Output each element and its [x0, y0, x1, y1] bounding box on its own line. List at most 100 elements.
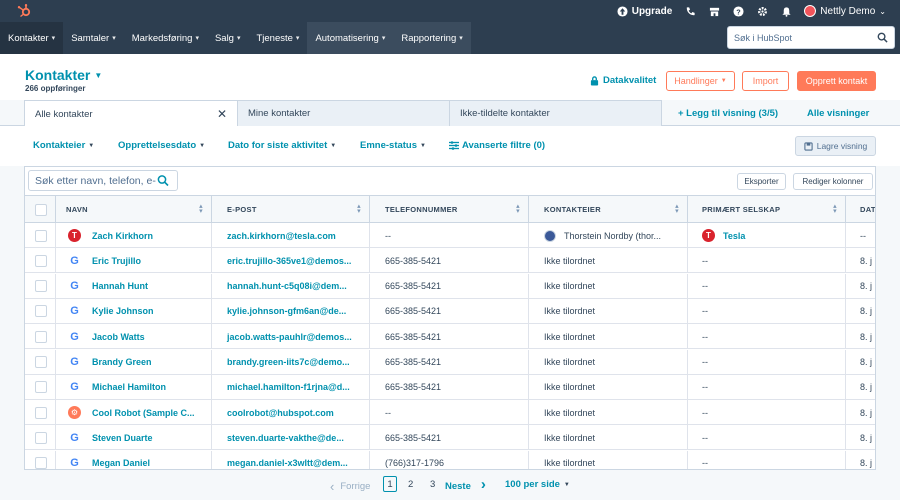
row-checkbox[interactable]: [35, 254, 47, 267]
row-checkbox[interactable]: [35, 229, 47, 242]
table-row[interactable]: T Zach Kirkhorn zach.kirkhorn@tesla.com …: [25, 223, 875, 248]
contact-email[interactable]: zach.kirkhorn@tesla.com: [227, 231, 336, 241]
email-cell[interactable]: kylie.johnson-gfm6an@de...: [212, 298, 370, 324]
table-search-input[interactable]: Søk etter navn, telefon, e-: [28, 170, 178, 191]
contact-email[interactable]: eric.trujillo-365ve1@demos...: [227, 256, 351, 266]
save-view-button[interactable]: Lagre visning: [795, 136, 876, 156]
contact-name-cell[interactable]: G Michael Hamilton: [56, 374, 212, 400]
next-page-button[interactable]: Neste ›: [445, 476, 486, 493]
contact-name-cell[interactable]: ⚙ Cool Robot (Sample C...: [56, 400, 212, 426]
contact-email[interactable]: coolrobot@hubspot.com: [227, 408, 334, 418]
sort-icon[interactable]: ▴ ▾: [199, 203, 203, 215]
row-checkbox[interactable]: [35, 406, 47, 419]
nav-item-markedsforing[interactable]: Markedsføring ▾: [124, 22, 207, 54]
row-checkbox[interactable]: [35, 305, 47, 318]
table-row[interactable]: G Brandy Green brandy.green-iits7c@demo.…: [25, 349, 875, 375]
sort-icon[interactable]: ▴ ▾: [357, 203, 361, 215]
row-checkbox[interactable]: [35, 330, 47, 343]
tab-all-contacts[interactable]: Alle kontakter ✕: [24, 100, 238, 127]
contact-name[interactable]: Zach Kirkhorn: [92, 231, 153, 241]
page-title[interactable]: Kontakter ▼: [25, 67, 102, 83]
email-cell[interactable]: eric.trujillo-365ve1@demos...: [212, 248, 370, 274]
contact-name[interactable]: Michael Hamilton: [92, 382, 166, 392]
contact-name[interactable]: Cool Robot (Sample C...: [92, 408, 195, 418]
table-row[interactable]: G Hannah Hunt hannah.hunt-c5q08i@dem... …: [25, 273, 875, 299]
contact-email[interactable]: steven.duarte-vakthe@de...: [227, 433, 344, 443]
account-menu[interactable]: Nettly Demo ⌄: [804, 5, 886, 17]
contact-email[interactable]: jacob.watts-pauhlr@demos...: [227, 332, 352, 342]
filter-last-activity[interactable]: Dato for siste aktivitet ▼: [228, 140, 336, 151]
hubspot-logo-icon[interactable]: [16, 3, 32, 19]
nav-item-samtaler[interactable]: Samtaler ▾: [63, 22, 124, 54]
actions-dropdown-button[interactable]: Handlinger ▼: [666, 71, 735, 91]
contact-name-cell[interactable]: G Hannah Hunt: [56, 273, 212, 299]
contact-name-cell[interactable]: G Kylie Johnson: [56, 298, 212, 324]
advanced-filters-button[interactable]: Avanserte filtre (0): [449, 140, 545, 151]
table-row[interactable]: G Jacob Watts jacob.watts-pauhlr@demos..…: [25, 324, 875, 350]
settings-icon[interactable]: [756, 5, 768, 17]
email-cell[interactable]: michael.hamilton-f1rjna@d...: [212, 374, 370, 400]
global-search-input[interactable]: Søk i HubSpot: [727, 26, 895, 49]
help-icon[interactable]: ?: [732, 5, 744, 17]
upgrade-button[interactable]: Upgrade: [617, 6, 672, 17]
contact-name[interactable]: Jacob Watts: [92, 332, 145, 342]
tab-unassigned-contacts[interactable]: Ikke-tildelte kontakter: [449, 100, 662, 126]
data-quality-link[interactable]: Datakvalitet: [590, 75, 656, 86]
contact-email[interactable]: michael.hamilton-f1rjna@d...: [227, 382, 350, 392]
nav-item-salg[interactable]: Salg ▾: [207, 22, 249, 54]
sort-icon[interactable]: ▴ ▾: [833, 203, 837, 215]
contact-name[interactable]: Hannah Hunt: [92, 281, 148, 291]
contact-name[interactable]: Kylie Johnson: [92, 306, 154, 316]
contact-email[interactable]: hannah.hunt-c5q08i@dem...: [227, 281, 347, 291]
contact-name-cell[interactable]: G Brandy Green: [56, 349, 212, 375]
contact-name-cell[interactable]: G Jacob Watts: [56, 324, 212, 350]
add-view-button[interactable]: + Legg til visning (3/5): [678, 108, 778, 119]
row-checkbox[interactable]: [35, 431, 47, 444]
contact-email[interactable]: kylie.johnson-gfm6an@de...: [227, 306, 346, 316]
calling-icon[interactable]: [684, 5, 696, 17]
marketplace-icon[interactable]: [708, 5, 720, 17]
create-contact-button[interactable]: Opprett kontakt: [797, 71, 876, 91]
column-header-name[interactable]: NAVN ▴ ▾: [56, 196, 212, 223]
email-cell[interactable]: steven.duarte-vakthe@de...: [212, 425, 370, 451]
row-checkbox[interactable]: [35, 381, 47, 394]
email-cell[interactable]: jacob.watts-pauhlr@demos...: [212, 324, 370, 350]
email-cell[interactable]: zach.kirkhorn@tesla.com: [212, 223, 370, 248]
nav-item-kontakter[interactable]: Kontakter ▾: [0, 22, 64, 54]
email-cell[interactable]: megan.daniel-x3wltt@dem...: [212, 450, 370, 469]
email-cell[interactable]: hannah.hunt-c5q08i@dem...: [212, 273, 370, 299]
company-cell[interactable]: T Tesla: [688, 223, 846, 248]
nav-item-rapportering[interactable]: Rapportering ▾: [393, 22, 471, 54]
contact-name[interactable]: Megan Daniel: [92, 458, 150, 468]
filter-contact-owner[interactable]: Kontakteier ▼: [33, 140, 94, 151]
contact-email[interactable]: megan.daniel-x3wltt@dem...: [227, 458, 348, 468]
edit-columns-button[interactable]: Rediger kolonner: [793, 173, 873, 190]
nav-item-tjeneste[interactable]: Tjeneste ▾: [248, 22, 307, 54]
email-cell[interactable]: coolrobot@hubspot.com: [212, 400, 370, 426]
table-row[interactable]: G Eric Trujillo eric.trujillo-365ve1@dem…: [25, 248, 875, 274]
per-page-dropdown[interactable]: 100 per side ▼: [505, 479, 570, 490]
column-header-phone[interactable]: TELEFONNUMMER ▴ ▾: [370, 196, 529, 223]
table-row[interactable]: G Steven Duarte steven.duarte-vakthe@de.…: [25, 425, 875, 451]
sort-icon[interactable]: ▴ ▾: [516, 203, 520, 215]
filter-create-date[interactable]: Opprettelsesdato ▼: [118, 140, 205, 151]
close-icon[interactable]: ✕: [217, 107, 227, 121]
table-row[interactable]: G Megan Daniel megan.daniel-x3wltt@dem..…: [25, 450, 875, 469]
table-row[interactable]: ⚙ Cool Robot (Sample C... coolrobot@hubs…: [25, 400, 875, 426]
filter-lead-status[interactable]: Emne-status ▼: [360, 140, 426, 151]
page-1-button[interactable]: 1: [383, 476, 397, 492]
row-checkbox[interactable]: [35, 280, 47, 293]
column-header-company[interactable]: PRIMÆRT SELSKAP ▴ ▾: [688, 196, 846, 223]
contact-name-cell[interactable]: G Eric Trujillo: [56, 248, 212, 274]
prev-page-button[interactable]: ‹ Forrige: [330, 479, 370, 494]
nav-item-automatisering[interactable]: Automatisering ▾: [307, 22, 394, 54]
page-3-button[interactable]: 3: [430, 479, 435, 490]
all-views-link[interactable]: Alle visninger: [807, 108, 869, 119]
notifications-icon[interactable]: [780, 5, 792, 17]
page-2-button[interactable]: 2: [408, 479, 413, 490]
select-all-checkbox[interactable]: [35, 203, 47, 216]
search-icon[interactable]: [877, 32, 888, 43]
contact-name[interactable]: Steven Duarte: [92, 433, 153, 443]
contact-name[interactable]: Eric Trujillo: [92, 256, 141, 266]
table-row[interactable]: G Kylie Johnson kylie.johnson-gfm6an@de.…: [25, 298, 875, 324]
